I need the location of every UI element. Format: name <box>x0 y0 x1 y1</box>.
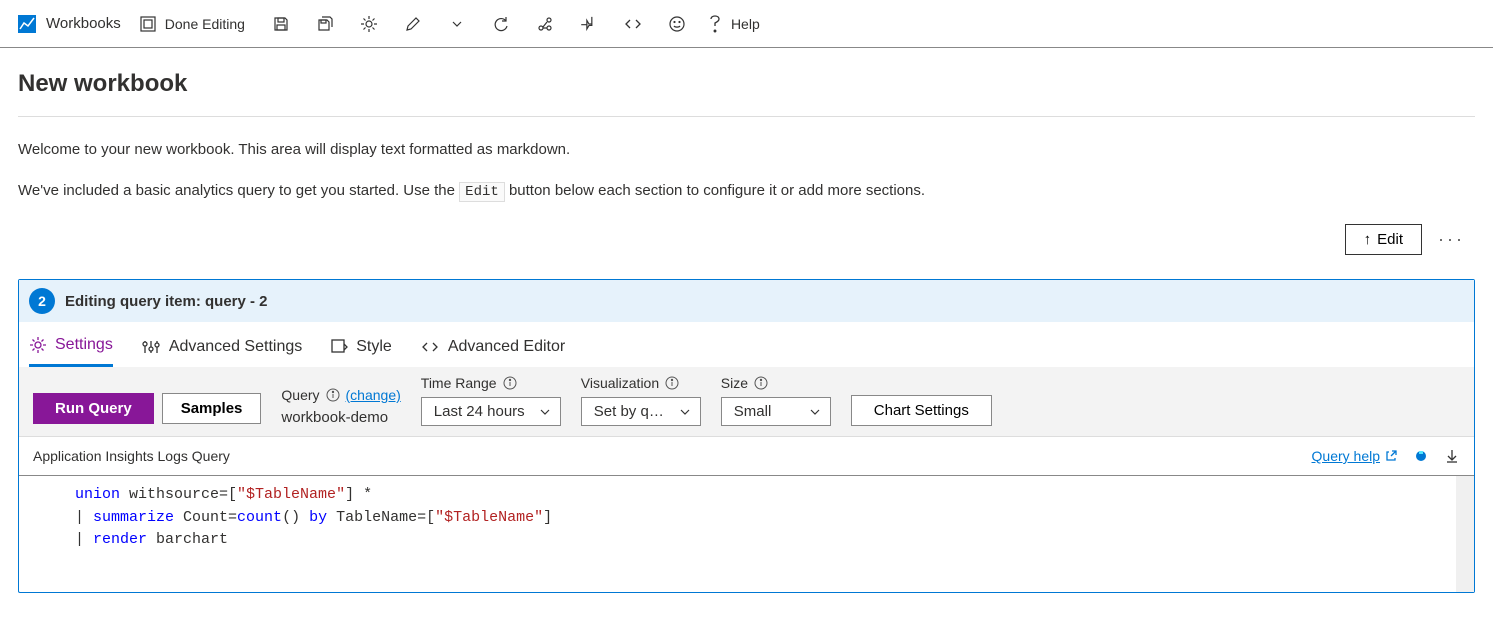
info-icon[interactable] <box>503 376 517 390</box>
edit-code-token: Edit <box>459 182 505 202</box>
tab-style[interactable]: Style <box>330 334 392 366</box>
query-help-label: Query help <box>1312 448 1380 464</box>
download-button[interactable] <box>1444 448 1460 464</box>
page-title: New workbook <box>18 70 1475 98</box>
size-label: Size <box>721 375 748 391</box>
query-panel-title: Editing query item: query - 2 <box>65 293 268 310</box>
time-range-label: Time Range <box>421 375 497 391</box>
code-button[interactable] <box>611 0 655 48</box>
query-value: workbook-demo <box>281 409 400 426</box>
visualization-control: Visualization Set by q… <box>581 375 701 426</box>
tab-label: Style <box>356 338 392 356</box>
info-icon[interactable] <box>326 388 340 402</box>
save-as-button[interactable] <box>303 0 347 48</box>
divider <box>18 116 1475 117</box>
button-row: Run Query Samples <box>33 393 261 424</box>
workbooks-label[interactable]: Workbooks <box>46 15 121 32</box>
refresh-button[interactable] <box>479 0 523 48</box>
dropdown-value: Last 24 hours <box>434 403 525 420</box>
smiley-icon <box>668 15 686 33</box>
dropdown-value: Set by q… <box>594 403 664 420</box>
chevron-down-icon <box>808 405 822 419</box>
save-as-icon <box>316 15 334 33</box>
query-bar-actions: Query help <box>1312 447 1460 465</box>
edit-label: Edit <box>1377 231 1403 248</box>
share-button[interactable] <box>523 0 567 48</box>
save-icon <box>272 15 290 33</box>
query-control: Query (change) workbook-demo <box>281 387 400 426</box>
query-bar-title: Application Insights Logs Query <box>33 448 230 464</box>
query-label: Query <box>281 387 319 403</box>
time-range-control: Time Range Last 24 hours <box>421 375 561 426</box>
settings-button[interactable] <box>347 0 391 48</box>
share-icon <box>536 15 554 33</box>
move-up-icon: ↑ <box>1364 231 1372 248</box>
help-label: Help <box>731 16 760 32</box>
help-icon <box>699 0 731 48</box>
external-link-icon <box>1384 449 1398 463</box>
sliders-icon <box>141 338 161 356</box>
tab-settings[interactable]: Settings <box>29 332 113 367</box>
query-change-link[interactable]: (change) <box>346 387 401 403</box>
tabs-row: Settings Advanced Settings Style Advance… <box>19 322 1474 367</box>
content-area: New workbook Welcome to your new workboo… <box>0 48 1493 593</box>
chevron-down-icon <box>450 17 464 31</box>
tab-label: Settings <box>55 336 113 354</box>
section-more-button[interactable]: ··· <box>1438 229 1465 250</box>
done-editing-label: Done Editing <box>165 16 245 32</box>
time-range-dropdown[interactable]: Last 24 hours <box>421 397 561 426</box>
pin-icon <box>580 15 598 33</box>
tab-label: Advanced Settings <box>169 338 302 356</box>
visualization-label: Visualization <box>581 375 659 391</box>
dropdown-value: Small <box>734 403 772 420</box>
section-edit-row: ↑ Edit ··· <box>18 224 1475 255</box>
chart-settings-control: Chart Settings <box>851 395 992 426</box>
code-editor[interactable]: union withsource=["$TableName"] * | summ… <box>19 476 1474 592</box>
feedback-button[interactable] <box>655 0 699 48</box>
samples-button[interactable]: Samples <box>162 393 262 424</box>
info-icon[interactable] <box>754 376 768 390</box>
style-icon <box>330 338 348 356</box>
visualization-dropdown[interactable]: Set by q… <box>581 397 701 426</box>
workbooks-icon <box>18 15 36 33</box>
query-help-link[interactable]: Query help <box>1312 448 1398 464</box>
edit-button[interactable] <box>391 0 435 48</box>
size-control: Size Small <box>721 375 831 426</box>
tab-advanced-editor[interactable]: Advanced Editor <box>420 334 565 366</box>
step-badge: 2 <box>29 288 55 314</box>
chart-settings-button[interactable]: Chart Settings <box>851 395 992 426</box>
edit-dropdown-button[interactable] <box>435 0 479 48</box>
size-dropdown[interactable]: Small <box>721 397 831 426</box>
welcome-text: Welcome to your new workbook. This area … <box>18 141 1475 200</box>
info-icon[interactable] <box>665 376 679 390</box>
format-query-button[interactable] <box>1412 447 1430 465</box>
code-icon <box>623 15 643 33</box>
chevron-down-icon <box>538 405 552 419</box>
done-editing-icon <box>139 15 157 33</box>
section-edit-button[interactable]: ↑ Edit <box>1345 224 1422 255</box>
done-editing-button[interactable]: Done Editing <box>139 0 245 48</box>
query-bar: Application Insights Logs Query Query he… <box>19 437 1474 476</box>
refresh-icon <box>492 15 510 33</box>
controls-row: Run Query Samples Query (change) workboo… <box>19 367 1474 437</box>
tab-advanced-settings[interactable]: Advanced Settings <box>141 334 302 366</box>
pencil-icon <box>404 15 422 33</box>
code-icon <box>420 338 440 356</box>
run-query-button[interactable]: Run Query <box>33 393 154 424</box>
welcome-line-1: Welcome to your new workbook. This area … <box>18 141 1475 158</box>
query-panel: 2 Editing query item: query - 2 Settings… <box>18 279 1475 593</box>
gear-icon <box>29 336 47 354</box>
chevron-down-icon <box>678 405 692 419</box>
save-button[interactable] <box>259 0 303 48</box>
welcome-line-2: We've included a basic analytics query t… <box>18 182 1475 200</box>
help-button[interactable]: Help <box>699 0 760 48</box>
tab-label: Advanced Editor <box>448 338 565 356</box>
query-panel-header: 2 Editing query item: query - 2 <box>19 280 1474 322</box>
top-toolbar: Workbooks Done Editing <box>0 0 1493 48</box>
pin-button[interactable] <box>567 0 611 48</box>
gear-icon <box>360 15 378 33</box>
